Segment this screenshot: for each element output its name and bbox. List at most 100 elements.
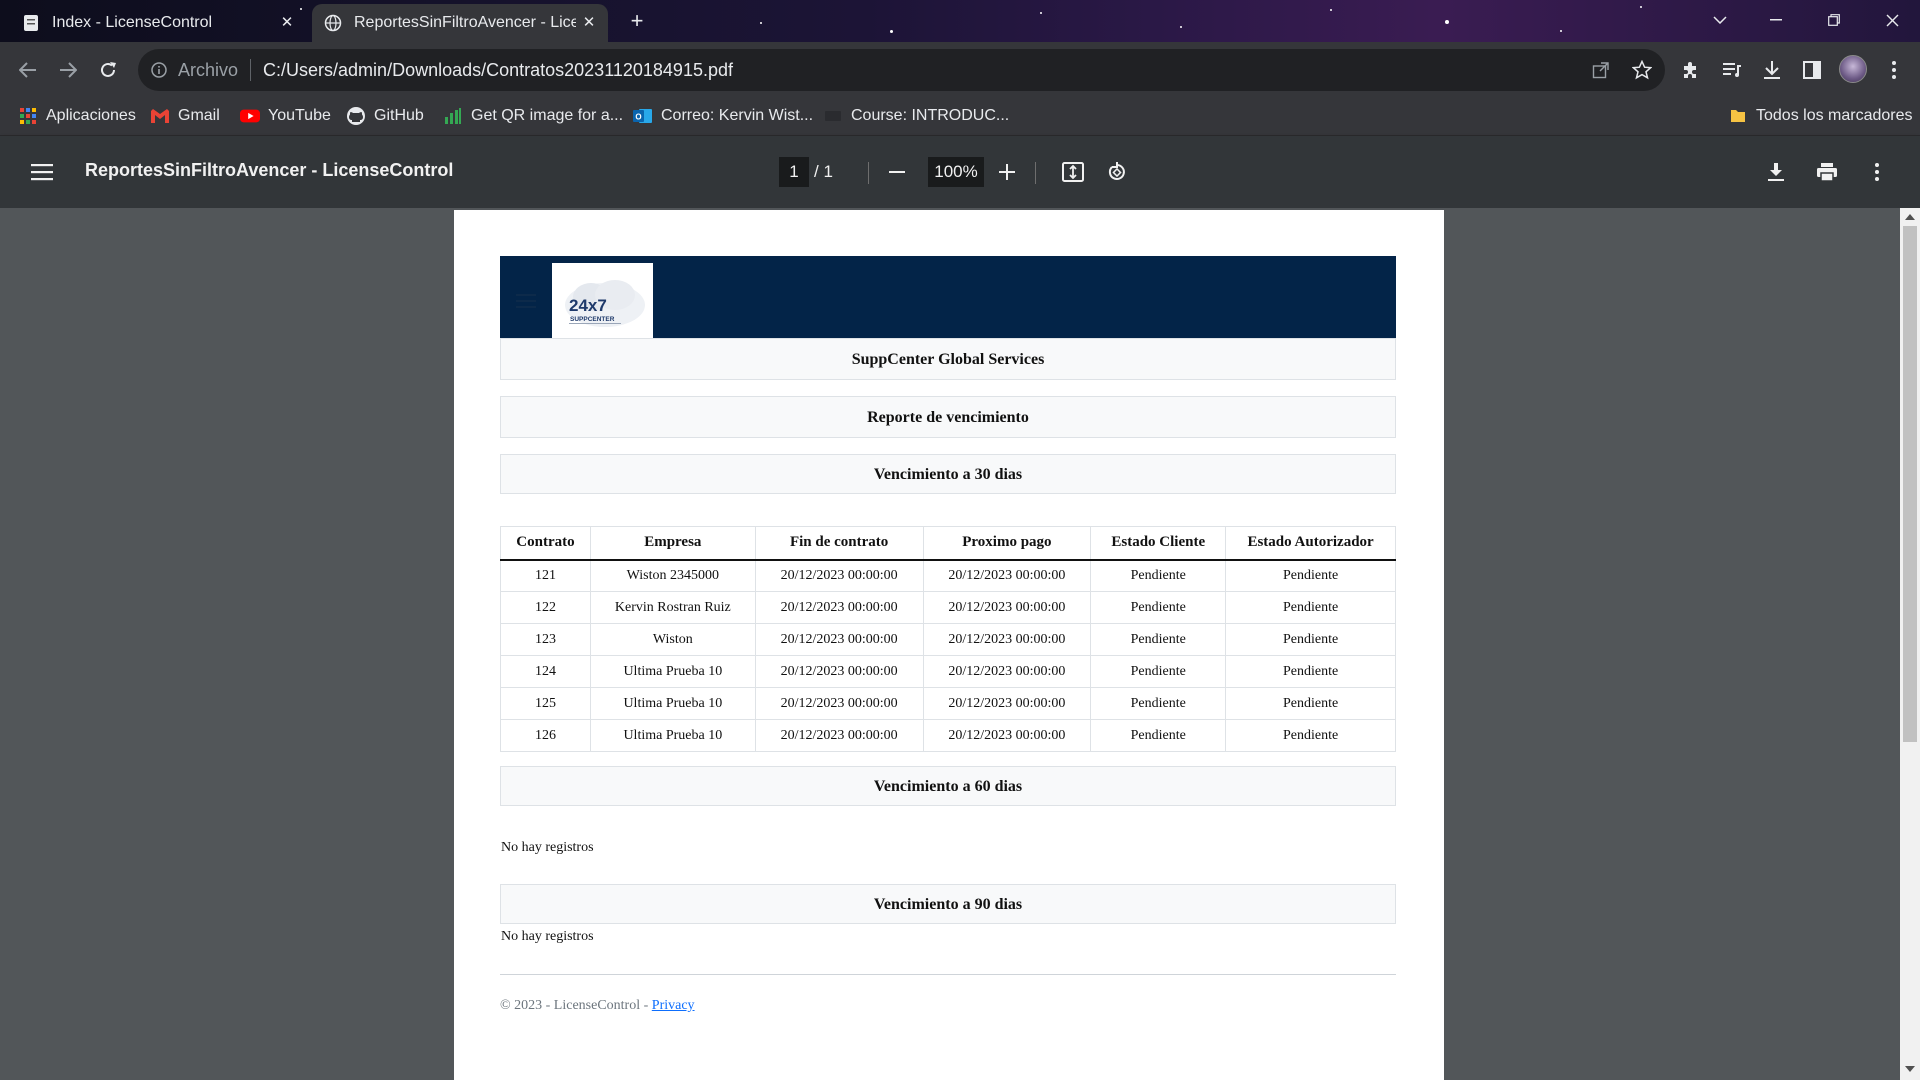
- bookmark-label: YouTube: [268, 107, 331, 124]
- scrollbar-thumb[interactable]: [1903, 226, 1917, 742]
- site-info-icon[interactable]: [148, 59, 170, 81]
- pdf-toolbar: ReportesSinFiltroAvencer - LicenseContro…: [0, 136, 1920, 208]
- address-separator: [250, 59, 252, 81]
- bookmarks-bar: Aplicaciones Gmail YouTube GitHub Get QR…: [0, 98, 1920, 136]
- cell-estado-cliente: Pendiente: [1090, 687, 1227, 720]
- youtube-icon: [240, 106, 260, 126]
- cell-empresa: Ultima Prueba 10: [589, 719, 756, 752]
- outlook-icon: O: [633, 106, 653, 126]
- close-window-icon[interactable]: [1864, 0, 1920, 40]
- forward-arrow-icon[interactable]: [54, 56, 82, 84]
- document-icon: [22, 14, 40, 32]
- bookmark-label: Gmail: [178, 107, 220, 124]
- reload-icon[interactable]: [94, 56, 122, 84]
- bookmark-label: Correo: Kervin Wist...: [661, 107, 814, 124]
- browser-toolbar: Archivo C:/Users/admin/Downloads/Contrat…: [0, 42, 1920, 98]
- toolbar-divider: [1035, 162, 1036, 184]
- address-bar[interactable]: Archivo C:/Users/admin/Downloads/Contrat…: [138, 49, 1665, 91]
- table-row: 124 Ultima Prueba 10 20/12/2023 00:00:00…: [500, 655, 1396, 688]
- vertical-scrollbar[interactable]: [1900, 208, 1920, 1080]
- scroll-up-arrow-icon[interactable]: [1905, 214, 1915, 220]
- cell-empresa: Ultima Prueba 10: [589, 655, 756, 688]
- side-panel-icon[interactable]: [1798, 56, 1826, 84]
- suppcenter-logo: 24x7 SUPPCENTER: [552, 263, 653, 344]
- cell-proximo-pago: 20/12/2023 00:00:00: [922, 559, 1092, 592]
- table-row: 122 Kervin Rostran Ruiz 20/12/2023 00:00…: [500, 591, 1396, 624]
- cell-estado-cliente: Pendiente: [1090, 655, 1227, 688]
- all-bookmarks-folder[interactable]: Todos los marcadores: [1728, 106, 1913, 126]
- toolbar-divider: [868, 162, 869, 184]
- cell-fin-contrato: 20/12/2023 00:00:00: [754, 591, 924, 624]
- rotate-icon[interactable]: [1103, 158, 1131, 186]
- cell-fin-contrato: 20/12/2023 00:00:00: [754, 655, 924, 688]
- pdf-page: 24x7 SUPPCENTER SuppCenter Global Servic…: [454, 210, 1444, 1080]
- close-tab-icon[interactable]: ✕: [580, 14, 598, 32]
- cell-proximo-pago: 20/12/2023 00:00:00: [922, 719, 1092, 752]
- gmail-icon: [150, 106, 170, 126]
- bookmark-label: Get QR image for a...: [471, 107, 624, 124]
- minimize-icon[interactable]: [1748, 0, 1804, 40]
- cell-estado-autorizador: Pendiente: [1225, 623, 1396, 656]
- pdf-download-icon[interactable]: [1762, 158, 1790, 186]
- star-decoration: [1180, 26, 1182, 28]
- share-icon[interactable]: [1587, 56, 1615, 84]
- hamburger-menu-icon[interactable]: [28, 158, 56, 186]
- bookmark-star-icon[interactable]: [1628, 56, 1656, 84]
- footer-divider: [500, 974, 1396, 975]
- cell-fin-contrato: 20/12/2023 00:00:00: [754, 719, 924, 752]
- bookmark-qr[interactable]: Get QR image for a...: [443, 106, 623, 126]
- reading-list-icon[interactable]: [1718, 56, 1746, 84]
- download-icon[interactable]: [1758, 56, 1786, 84]
- company-name: SuppCenter Global Services: [500, 338, 1396, 380]
- banner-menu-icon: [516, 294, 536, 308]
- cell-estado-cliente: Pendiente: [1090, 559, 1227, 592]
- report-title: Reporte de vencimiento: [500, 396, 1396, 438]
- bookmark-gmail[interactable]: Gmail: [150, 106, 220, 126]
- chrome-menu-icon[interactable]: [1880, 56, 1908, 84]
- fit-page-icon[interactable]: [1059, 158, 1087, 186]
- cell-estado-cliente: Pendiente: [1090, 719, 1227, 752]
- back-arrow-icon[interactable]: [14, 56, 42, 84]
- star-decoration: [1445, 20, 1449, 24]
- scroll-down-arrow-icon[interactable]: [1905, 1066, 1915, 1072]
- print-icon[interactable]: [1813, 158, 1841, 186]
- restore-icon[interactable]: [1806, 0, 1862, 40]
- github-icon: [346, 106, 366, 126]
- bookmark-course[interactable]: Course: INTRODUC...: [823, 106, 1009, 126]
- close-tab-icon[interactable]: ✕: [278, 14, 296, 32]
- tab-reportes[interactable]: ReportesSinFiltroAvencer - LicenseContro…: [312, 4, 608, 42]
- footer-copyright: © 2023 - LicenseControl -: [500, 998, 652, 1013]
- zoom-in-icon[interactable]: [993, 158, 1021, 186]
- cell-estado-autorizador: Pendiente: [1225, 559, 1396, 592]
- page-footer: © 2023 - LicenseControl - Privacy: [500, 998, 695, 1014]
- more-options-icon[interactable]: [1863, 158, 1891, 186]
- tab-title: Index - LicenseControl: [52, 14, 213, 31]
- tab-search-chevron-icon[interactable]: [1692, 0, 1748, 40]
- bookmark-label: Course: INTRODUC...: [851, 107, 1010, 124]
- extensions-puzzle-icon[interactable]: [1677, 56, 1705, 84]
- table-row: 126 Ultima Prueba 10 20/12/2023 00:00:00…: [500, 719, 1396, 752]
- address-url[interactable]: C:/Users/admin/Downloads/Contratos202311…: [263, 60, 733, 81]
- zoom-level-input[interactable]: 100%: [928, 157, 984, 187]
- new-tab-button[interactable]: +: [626, 10, 648, 32]
- cell-estado-autorizador: Pendiente: [1225, 591, 1396, 624]
- bookmark-github[interactable]: GitHub: [346, 106, 424, 126]
- cell-empresa: Ultima Prueba 10: [589, 687, 756, 720]
- bookmark-aplicaciones[interactable]: Aplicaciones: [18, 106, 136, 126]
- privacy-link[interactable]: Privacy: [652, 998, 695, 1013]
- star-decoration: [1560, 30, 1562, 32]
- profile-avatar[interactable]: [1839, 55, 1867, 83]
- cell-contrato: 121: [500, 559, 591, 592]
- page-number-input[interactable]: 1: [779, 157, 809, 187]
- column-header: Fin de contrato: [754, 526, 924, 561]
- no-records-90: No hay registros: [501, 929, 594, 944]
- column-header: Empresa: [589, 526, 756, 561]
- bookmark-youtube[interactable]: YouTube: [240, 106, 331, 126]
- zoom-out-icon[interactable]: [883, 158, 911, 186]
- bookmark-correo[interactable]: O Correo: Kervin Wist...: [633, 106, 813, 126]
- cell-contrato: 122: [500, 591, 591, 624]
- tab-index[interactable]: Index - LicenseControl ✕: [10, 4, 306, 42]
- svg-text:24x7: 24x7: [569, 296, 607, 315]
- cell-contrato: 123: [500, 623, 591, 656]
- star-decoration: [1330, 9, 1332, 11]
